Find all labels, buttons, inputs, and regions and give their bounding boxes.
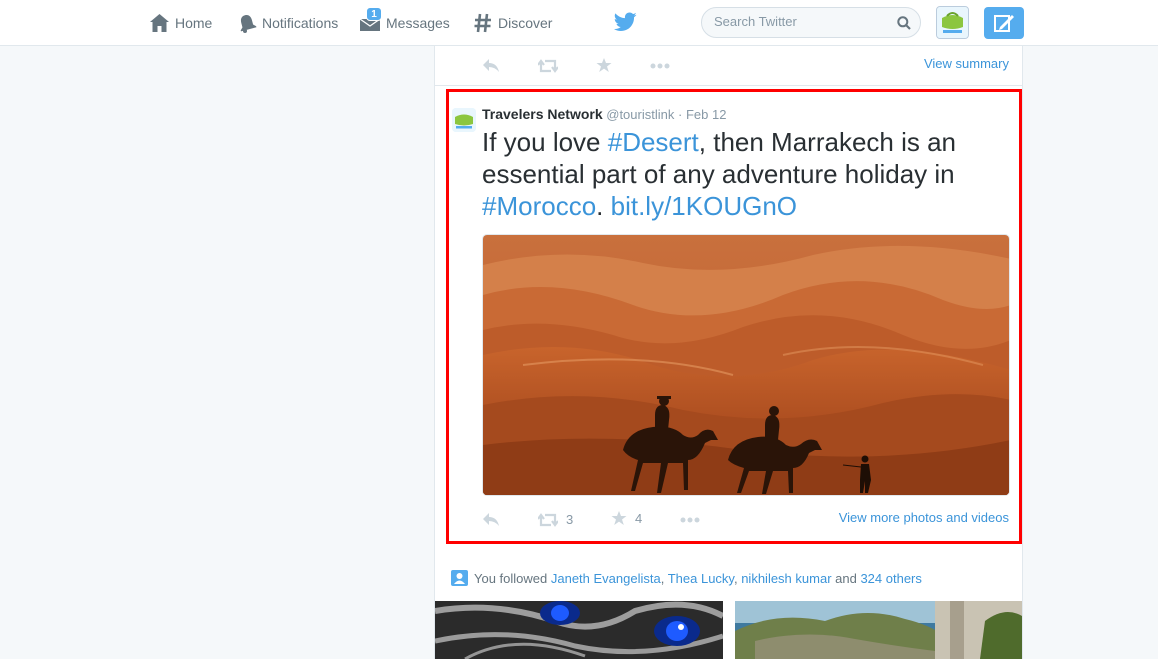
search-box[interactable] (701, 7, 921, 38)
nav-notifications-label: Notifications (262, 15, 339, 31)
favorite-star-icon (611, 511, 627, 525)
tweet-text: If you love #Desert, then Marrakech is a… (482, 126, 1002, 222)
view-more-photos-link[interactable]: View more photos and videos (839, 510, 1009, 525)
tweet-card[interactable]: Travelers Network @touristlink · Feb 12 … (446, 89, 1022, 544)
tweet-author-handle[interactable]: @touristlink (606, 107, 674, 122)
tweet-media-photo[interactable] (482, 234, 1010, 496)
followed-separator: , (660, 570, 668, 586)
desert-camel-photo (483, 235, 1009, 495)
nav-home[interactable]: Home (149, 12, 212, 34)
hashtag-link[interactable]: #Morocco (482, 191, 596, 221)
favorite-star-icon[interactable] (596, 57, 612, 73)
followed-activity: You followed Janeth Evangelista, Thea Lu… (451, 570, 922, 586)
tweet-text-part: . (596, 191, 611, 221)
retweet-button[interactable]: 3 (538, 512, 573, 527)
more-options-icon[interactable] (650, 63, 670, 69)
previous-tweet-actions: View summary (435, 46, 1022, 86)
bell-icon (240, 15, 257, 33)
touristlink-logo-icon (937, 7, 968, 38)
favorite-count: 4 (635, 510, 643, 526)
followed-user-header-image[interactable] (435, 601, 723, 659)
tweet-separator: · (677, 107, 683, 122)
followed-prefix: You followed (474, 570, 551, 586)
nav-messages-label: Messages (386, 15, 450, 31)
followed-user-link[interactable]: nikhilesh kumar (741, 571, 831, 586)
followed-user-link[interactable]: Thea Lucky (668, 571, 734, 586)
user-avatar[interactable] (936, 6, 969, 39)
timeline-stream: View summary Travelers Network @touristl… (434, 46, 1023, 659)
followed-others-link[interactable]: 324 others (860, 571, 921, 586)
tweet-url-link[interactable]: bit.ly/1KOUGnO (611, 191, 797, 221)
followed-and: and (831, 570, 861, 586)
tweet-text-part: If you love (482, 127, 608, 157)
reply-icon[interactable] (482, 58, 500, 73)
favorite-button[interactable]: 4 (611, 510, 642, 526)
retweet-icon (538, 512, 558, 527)
nav-home-label: Home (175, 15, 213, 31)
compose-tweet-button[interactable] (984, 7, 1024, 39)
user-follow-icon (451, 570, 468, 586)
reply-icon[interactable] (482, 512, 500, 527)
search-input[interactable] (714, 14, 884, 29)
hashtag-link[interactable]: #Desert (608, 127, 699, 157)
retweet-count: 3 (566, 512, 574, 527)
retweet-icon[interactable] (538, 59, 558, 73)
touristlink-logo-icon (452, 108, 476, 132)
twitter-bird-logo-icon[interactable] (614, 12, 637, 32)
nav-messages[interactable]: 1 Messages (359, 7, 450, 34)
messages-badge: 1 (366, 7, 382, 21)
compose-quill-icon (994, 15, 1014, 32)
more-options-icon[interactable] (680, 517, 700, 523)
messages-icon-wrap: 1 (359, 7, 382, 34)
followed-user-header-image[interactable] (735, 601, 1022, 659)
hashtag-icon (474, 13, 491, 33)
tweet-author-name[interactable]: Travelers Network (482, 106, 603, 122)
tweet-date[interactable]: Feb 12 (686, 107, 726, 122)
top-navigation-bar: Home Notifications 1 Messages Discover (0, 0, 1158, 46)
tweet-header: Travelers Network @touristlink · Feb 12 (482, 106, 726, 122)
coastal-cliff-photo (735, 601, 1022, 659)
nav-discover-label: Discover (498, 15, 553, 31)
cat-eyes-photo (435, 601, 723, 659)
followed-user-link[interactable]: Janeth Evangelista (551, 571, 661, 586)
search-icon[interactable] (897, 16, 911, 30)
tweet-author-avatar[interactable] (452, 108, 476, 132)
view-summary-link[interactable]: View summary (924, 56, 1009, 71)
nav-discover[interactable]: Discover (473, 12, 552, 34)
nav-notifications[interactable]: Notifications (238, 12, 338, 34)
home-icon (150, 14, 169, 32)
